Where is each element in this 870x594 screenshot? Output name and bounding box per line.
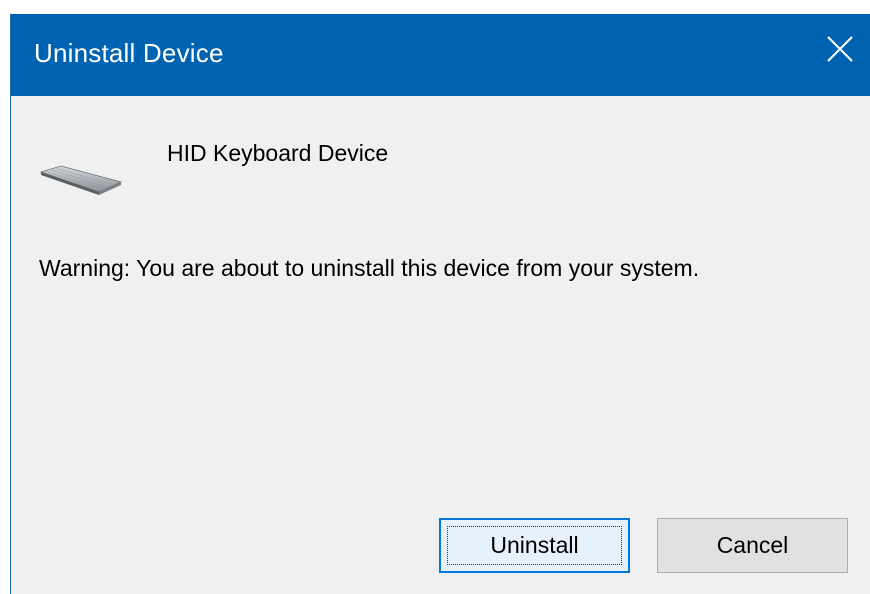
uninstall-device-dialog: Uninstall Device HID Keyboard Device War… [10,14,870,594]
cancel-button[interactable]: Cancel [657,518,848,573]
dialog-title: Uninstall Device [34,38,224,68]
title-bar[interactable]: Uninstall Device [11,14,870,96]
keyboard-icon [39,165,123,195]
close-icon [827,36,853,62]
close-button[interactable] [811,14,870,84]
warning-message: Warning: You are about to uninstall this… [39,255,700,281]
focus-ring [447,526,622,565]
device-name: HID Keyboard Device [167,140,389,166]
uninstall-button[interactable]: Uninstall [439,518,630,573]
cancel-button-label: Cancel [716,532,789,558]
